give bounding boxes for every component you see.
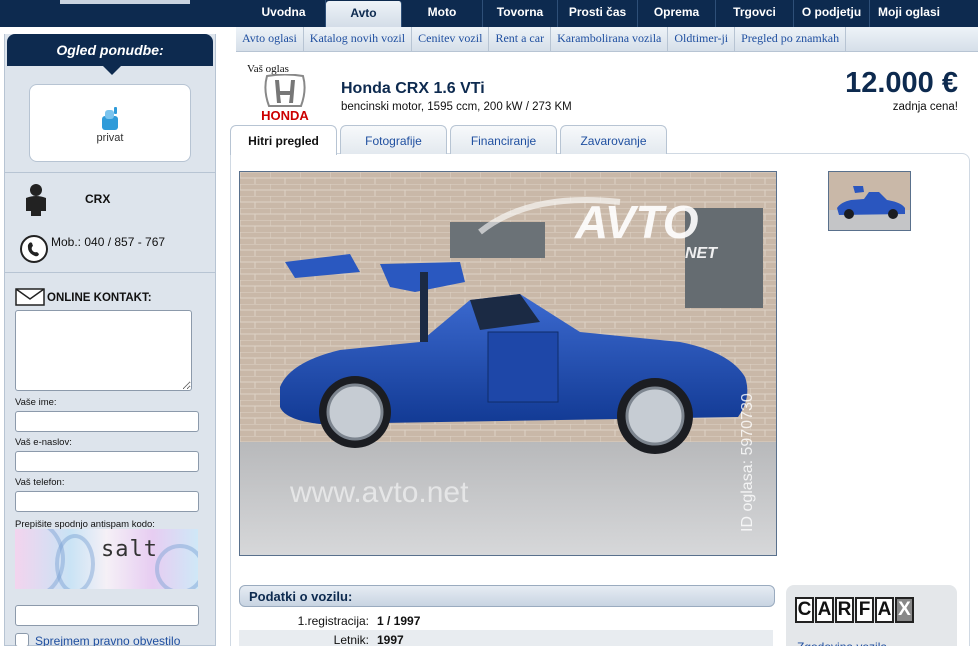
honda-logo: HONDA bbox=[261, 74, 309, 122]
main-nav-prosti-cas[interactable]: Prosti čas bbox=[558, 0, 638, 27]
site-logo[interactable] bbox=[60, 0, 190, 4]
name-input[interactable] bbox=[15, 411, 199, 432]
phone-icon bbox=[20, 235, 48, 263]
name-label: Vaše ime: bbox=[15, 397, 57, 408]
sub-nav-avto-oglasi[interactable]: Avto oglasi bbox=[236, 27, 304, 51]
main-nav: Uvodna Avto Moto Tovorna Prosti čas Opre… bbox=[242, 0, 948, 27]
photo-thumbnail[interactable] bbox=[828, 171, 911, 231]
phone-input[interactable] bbox=[15, 491, 199, 512]
photo-watermark-suffix: NET bbox=[685, 245, 718, 262]
carfax-letter: C bbox=[795, 597, 814, 623]
privat-icon bbox=[102, 107, 118, 130]
sub-nav-karambolirana[interactable]: Karambolirana vozila bbox=[551, 27, 669, 51]
page-root: { "main_nav": [ {"label": "Uvodna"}, {"l… bbox=[0, 0, 978, 646]
seller-name: CRX bbox=[85, 192, 111, 206]
email-input[interactable] bbox=[15, 451, 199, 472]
main-nav-trgovci[interactable]: Trgovci bbox=[716, 0, 794, 27]
listing-title: Honda CRX 1.6 VTi bbox=[341, 80, 485, 97]
sidebar: Ogled ponudbe: privat CRX Mob.: 040 / 85… bbox=[4, 34, 216, 646]
row-key: Letnik: bbox=[333, 633, 369, 646]
main-photo[interactable]: AVTO NET www.avto.net ID oglasa: 5970730 bbox=[239, 171, 777, 556]
main-nav-avto[interactable]: Avto bbox=[326, 1, 402, 27]
carfax-letter: F bbox=[855, 597, 874, 623]
tab-hitri-pregled[interactable]: Hitri pregled bbox=[230, 125, 337, 155]
main-nav-moto[interactable]: Moto bbox=[402, 0, 483, 27]
person-icon bbox=[26, 184, 46, 216]
accept-terms-checkbox[interactable] bbox=[15, 633, 29, 646]
top-bar: Uvodna Avto Moto Tovorna Prosti čas Opre… bbox=[0, 0, 978, 27]
sub-nav-katalog[interactable]: Katalog novih vozil bbox=[304, 27, 413, 51]
table-row: 1.registracija: 1 / 1997 bbox=[239, 611, 773, 630]
captcha-image: salt bbox=[15, 529, 198, 589]
sidebar-title: Ogled ponudbe: bbox=[7, 34, 213, 66]
main-nav-tovorna[interactable]: Tovorna bbox=[483, 0, 558, 27]
captcha-input[interactable] bbox=[15, 605, 199, 626]
table-row: Letnik: 1997 bbox=[239, 630, 773, 646]
seller-phone: Mob.: 040 / 857 - 767 bbox=[51, 235, 166, 249]
main-nav-uvodna[interactable]: Uvodna bbox=[242, 0, 326, 27]
carfax-logo: C A R F A X bbox=[795, 597, 915, 623]
photo-watermark-url: www.avto.net bbox=[289, 476, 469, 509]
tab-financiranje[interactable]: Financiranje bbox=[450, 125, 557, 154]
seller-type-box: privat bbox=[29, 84, 191, 162]
sub-nav-rent-a-car[interactable]: Rent a car bbox=[489, 27, 552, 51]
sub-nav-cenitev[interactable]: Cenitev vozil bbox=[412, 27, 490, 51]
tab-fotografije[interactable]: Fotografije bbox=[340, 125, 447, 154]
captcha-code: salt bbox=[101, 537, 158, 562]
price-note: zadnja cena! bbox=[892, 101, 958, 113]
phone-label: Vaš telefon: bbox=[15, 477, 65, 488]
tab-zavarovanje[interactable]: Zavarovanje bbox=[560, 125, 667, 154]
main-nav-moji-oglasi[interactable]: Moji oglasi bbox=[870, 0, 948, 27]
sidebar-divider bbox=[5, 272, 215, 273]
listing-tabs: Hitri pregled Fotografije Financiranje Z… bbox=[230, 125, 670, 155]
sidebar-divider bbox=[5, 172, 215, 173]
seller-type-label: privat bbox=[96, 132, 124, 144]
listing-price: 12.000 € bbox=[845, 67, 958, 99]
main-nav-oprema[interactable]: Oprema bbox=[638, 0, 716, 27]
carfax-letter: R bbox=[835, 597, 854, 623]
accept-terms-link[interactable]: Sprejmem pravno obvestilo bbox=[35, 634, 180, 646]
carfax-link[interactable]: Zgodovina vozila bbox=[797, 640, 947, 646]
carfax-letter: A bbox=[875, 597, 894, 623]
online-contact-title: ONLINE KONTAKT: bbox=[47, 292, 152, 304]
carfax-letter: A bbox=[815, 597, 834, 623]
photo-ad-id: ID oglasa: 5970730 bbox=[739, 393, 756, 532]
carfax-letter: X bbox=[895, 597, 914, 623]
row-value: 1997 bbox=[377, 633, 404, 646]
sub-nav: Avto oglasi Katalog novih vozil Cenitev … bbox=[236, 27, 978, 52]
listing-subtitle: bencinski motor, 1595 ccm, 200 kW / 273 … bbox=[341, 101, 572, 113]
row-key: 1.registracija: bbox=[297, 614, 369, 628]
email-label: Vaš e-naslov: bbox=[15, 437, 72, 448]
mail-icon bbox=[15, 288, 45, 306]
carfax-box[interactable]: C A R F A X Zgodovina vozila bbox=[786, 585, 957, 646]
sub-nav-pregled-znamk[interactable]: Pregled po znamkah bbox=[735, 27, 847, 51]
photo-watermark-brand: AVTO bbox=[574, 196, 699, 248]
message-textarea[interactable] bbox=[15, 310, 192, 391]
row-value: 1 / 1997 bbox=[377, 614, 421, 628]
main-nav-o-podjetju[interactable]: O podjetju bbox=[794, 0, 870, 27]
sub-nav-oldtimer[interactable]: Oldtimer-ji bbox=[668, 27, 736, 51]
brand-name: HONDA bbox=[261, 108, 309, 122]
vehicle-data-heading: Podatki o vozilu: bbox=[239, 585, 775, 607]
sidebar-title-arrow bbox=[103, 66, 121, 75]
